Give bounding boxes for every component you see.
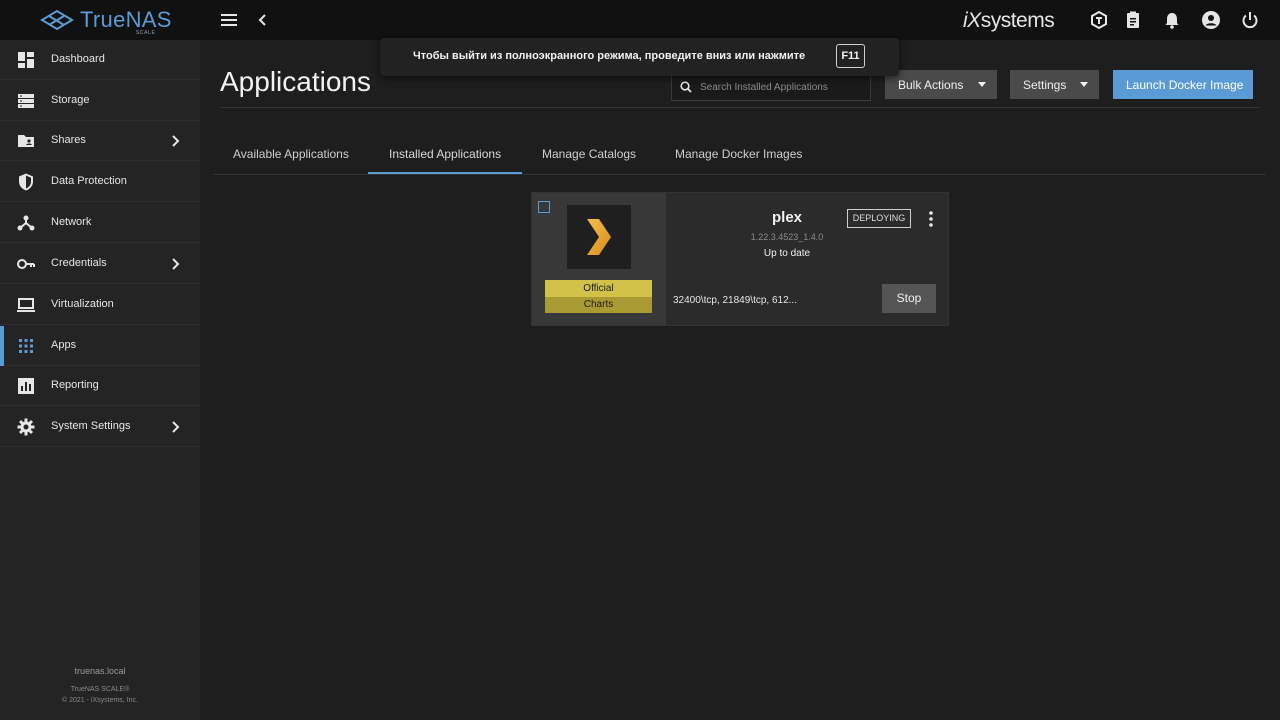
brand-name: TrueNAS xyxy=(80,7,172,32)
title-divider xyxy=(220,107,1260,108)
menu-toggle-button[interactable] xyxy=(218,9,242,31)
update-status: Up to date xyxy=(763,248,811,259)
settings-button[interactable]: Settings xyxy=(1010,70,1099,99)
caret-down-icon xyxy=(1080,82,1088,87)
apps-grid-icon xyxy=(19,339,33,353)
sidebar-item-credentials[interactable]: Credentials xyxy=(0,244,200,284)
sidebar-item-label: Dashboard xyxy=(51,53,105,65)
sidebar: Dashboard Storage Shares Data Protection… xyxy=(0,40,200,720)
plex-chevron-icon xyxy=(587,219,611,255)
app-card: Official Charts plex DEPLOYING 1.22.3.45… xyxy=(531,192,949,326)
product-version: TrueNAS SCALE® xyxy=(70,686,130,693)
sidebar-item-network[interactable]: Network xyxy=(0,203,200,243)
hamburger-icon xyxy=(221,14,237,26)
active-tab-indicator xyxy=(368,172,522,174)
search-box[interactable] xyxy=(671,73,871,101)
search-icon xyxy=(680,81,692,93)
bar-chart-icon xyxy=(18,378,34,394)
tab-installed-applications[interactable]: Installed Applications xyxy=(389,147,501,161)
truenas-logo[interactable]: TrueNAS SCALE xyxy=(38,6,171,36)
search-input[interactable] xyxy=(700,78,865,96)
charts-badge: Charts xyxy=(545,297,652,313)
shield-icon xyxy=(19,173,33,191)
copyright[interactable]: © 2021 - iXsystems, Inc. xyxy=(0,697,200,704)
power-icon[interactable] xyxy=(1240,10,1260,30)
folder-shared-icon xyxy=(18,135,34,147)
sidebar-item-label: Virtualization xyxy=(51,298,114,310)
sidebar-item-data-protection[interactable]: Data Protection xyxy=(0,162,200,202)
storage-icon xyxy=(18,94,34,108)
brand-edition: SCALE xyxy=(136,30,156,36)
laptop-icon xyxy=(17,298,35,312)
sidebar-item-reporting[interactable]: Reporting xyxy=(0,366,200,406)
sidebar-item-label: Network xyxy=(51,216,92,228)
account-circle-icon[interactable] xyxy=(1201,10,1221,30)
launch-docker-image-button[interactable]: Launch Docker Image xyxy=(1113,70,1253,99)
bell-icon[interactable] xyxy=(1162,10,1182,30)
sidebar-item-apps[interactable]: Apps xyxy=(0,326,200,366)
app-ports: 32400\tcp, 21849\tcp, 612... xyxy=(673,295,797,306)
sidebar-item-label: Shares xyxy=(51,134,86,146)
truecommand-icon[interactable] xyxy=(1089,10,1109,30)
tabs-divider xyxy=(213,174,1266,175)
sidebar-item-label: Credentials xyxy=(51,257,107,269)
gear-icon xyxy=(17,418,35,436)
bulk-actions-button[interactable]: Bulk Actions xyxy=(885,70,997,99)
toast-message: Чтобы выйти из полноэкранного режима, пр… xyxy=(413,50,806,62)
sidebar-item-system-settings[interactable]: System Settings xyxy=(0,407,200,447)
tab-manage-catalogs[interactable]: Manage Catalogs xyxy=(542,147,636,161)
sidebar-item-shares[interactable]: Shares xyxy=(0,121,200,161)
sidebar-item-label: System Settings xyxy=(51,420,131,432)
key-icon xyxy=(17,259,35,269)
app-name: plex xyxy=(771,209,802,226)
app-version: 1.22.3.4523_1.4.0 xyxy=(750,232,824,242)
chevron-left-icon xyxy=(258,14,266,26)
collapse-sidebar-button[interactable] xyxy=(254,9,272,31)
page-title: Applications xyxy=(220,66,371,97)
sidebar-item-virtualization[interactable]: Virtualization xyxy=(0,285,200,325)
dashboard-icon xyxy=(18,52,34,68)
toast-key: F11 xyxy=(836,44,865,68)
sidebar-item-label: Data Protection xyxy=(51,175,127,187)
app-menu-button[interactable] xyxy=(925,210,937,228)
sidebar-item-label: Storage xyxy=(51,94,90,106)
network-icon xyxy=(17,215,35,231)
top-bar: TrueNAS SCALE iXsystems xyxy=(0,0,1280,40)
sidebar-item-storage[interactable]: Storage xyxy=(0,81,200,121)
truenas-logo-icon xyxy=(40,9,74,31)
plex-logo xyxy=(567,205,631,269)
chevron-right-icon xyxy=(172,421,180,433)
launch-docker-image-label: Launch Docker Image xyxy=(1126,78,1244,92)
bulk-actions-label: Bulk Actions xyxy=(898,78,964,92)
vendor-suffix: systems xyxy=(980,9,1055,32)
tab-manage-docker-images[interactable]: Manage Docker Images xyxy=(675,147,802,161)
chevron-right-icon xyxy=(172,258,180,270)
status-badge: DEPLOYING xyxy=(847,209,911,228)
sidebar-item-label: Apps xyxy=(51,339,77,351)
ixsystems-logo[interactable]: iXsystems xyxy=(963,9,1055,33)
chevron-right-icon xyxy=(172,135,180,147)
fullscreen-exit-toast: Чтобы выйти из полноэкранного режима, пр… xyxy=(380,38,899,76)
settings-label: Settings xyxy=(1023,78,1067,92)
caret-down-icon xyxy=(978,82,986,87)
app-card-media: Official Charts xyxy=(532,193,666,325)
more-vert-icon xyxy=(929,211,933,227)
vendor-prefix: iX xyxy=(963,9,981,32)
stop-button[interactable]: Stop xyxy=(882,284,936,313)
clipboard-icon[interactable] xyxy=(1123,10,1143,30)
tab-available-applications[interactable]: Available Applications xyxy=(233,147,349,161)
hostname: truenas.local xyxy=(74,666,126,676)
official-badge: Official xyxy=(545,280,652,297)
sidebar-item-dashboard[interactable]: Dashboard xyxy=(0,40,200,80)
sidebar-item-label: Reporting xyxy=(51,379,99,391)
app-select-checkbox[interactable] xyxy=(538,201,550,213)
